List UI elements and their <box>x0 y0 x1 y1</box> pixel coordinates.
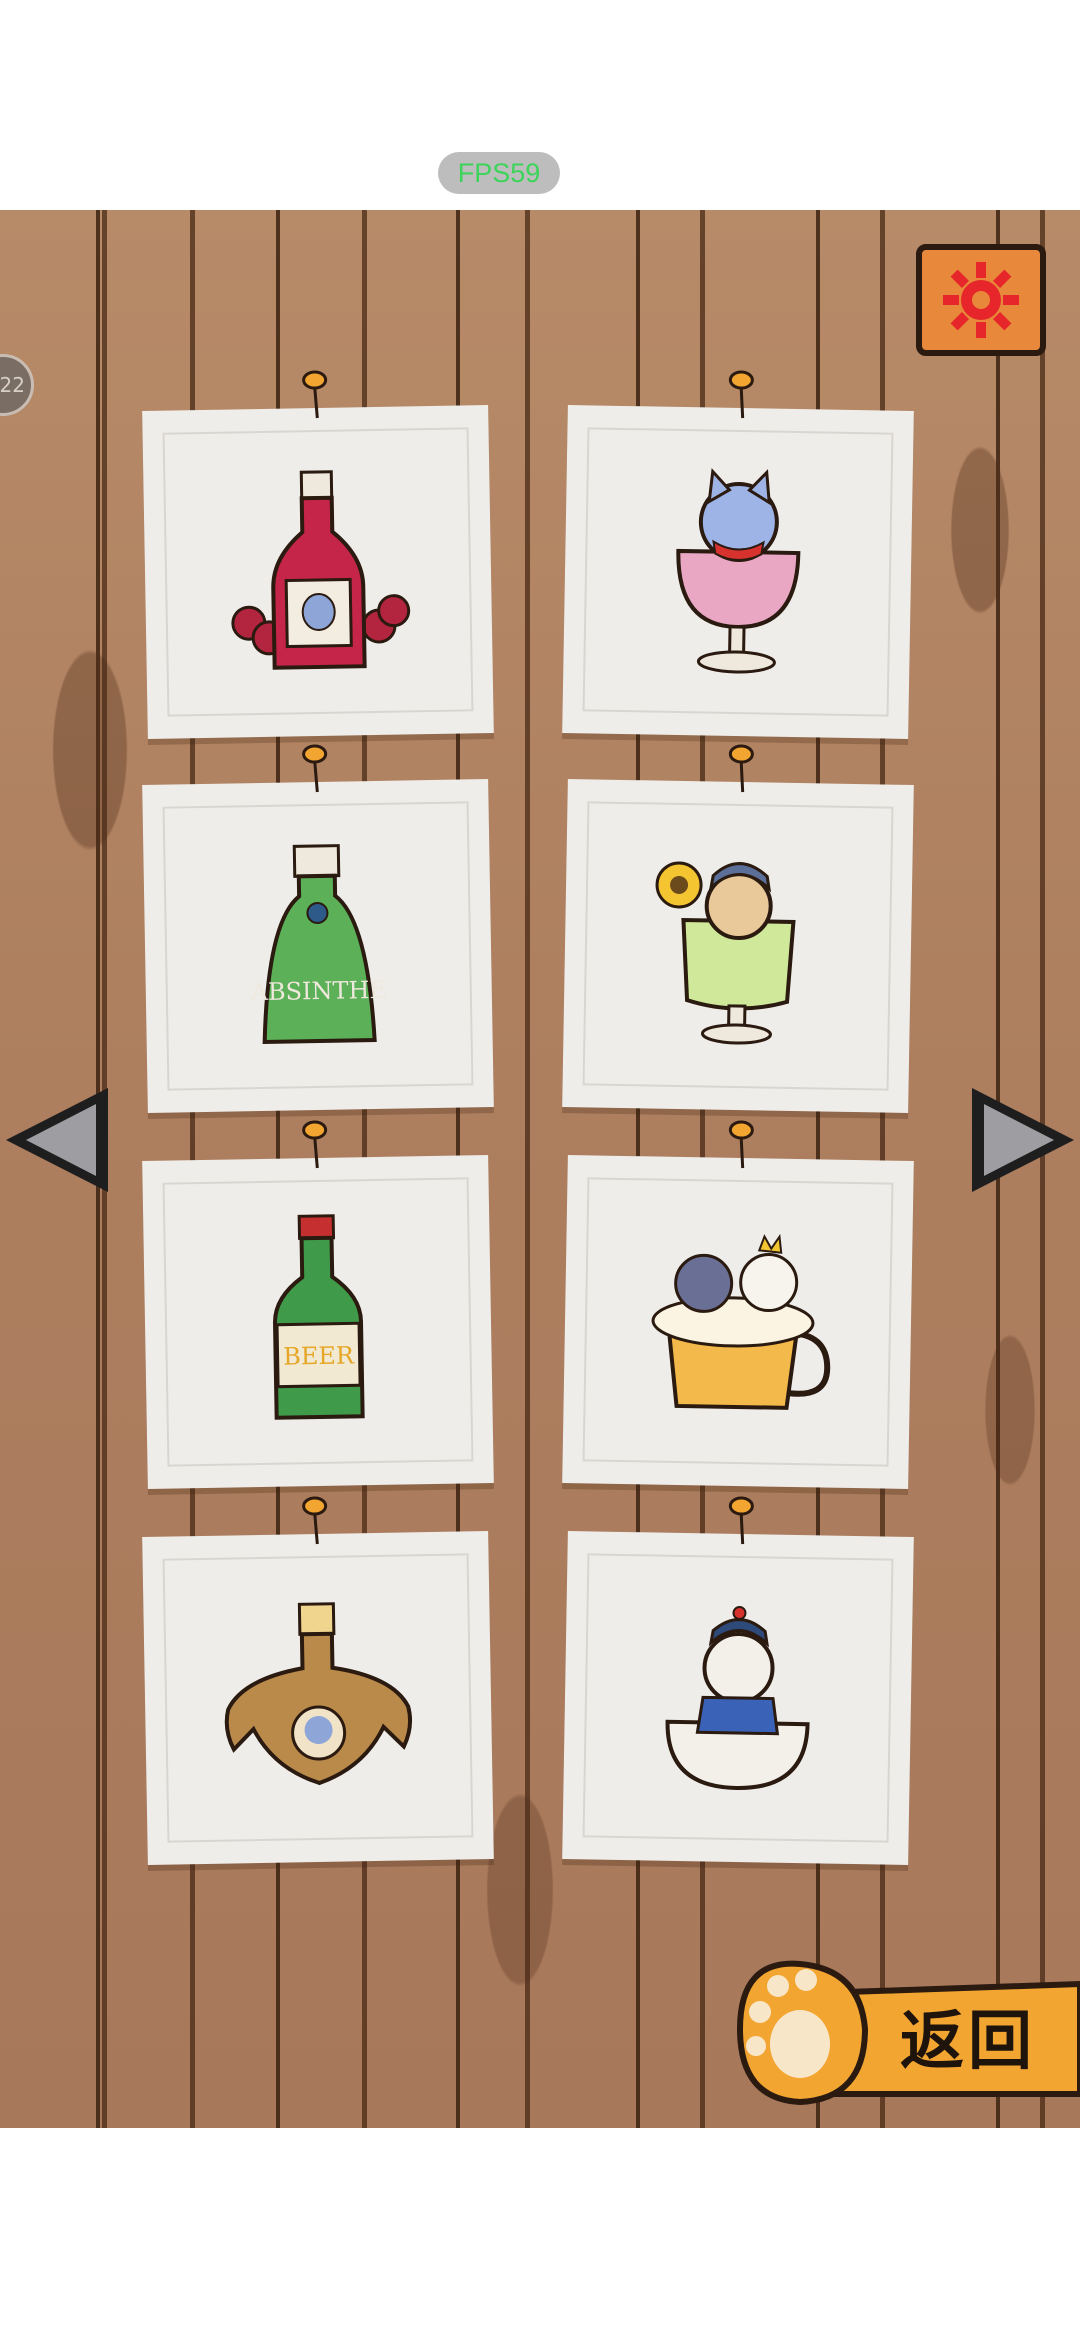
cat-in-absinthe-glass-icon <box>655 861 796 1045</box>
cat-in-wine-glass-icon <box>676 468 801 674</box>
card-beer[interactable]: BEER <box>142 1120 494 1489</box>
gear-icon <box>943 262 1019 338</box>
pushpin-icon <box>302 744 328 793</box>
pushpin-icon <box>302 1496 328 1545</box>
ornate-flask-icon <box>224 1602 413 1786</box>
pushpin-icon <box>728 1120 754 1169</box>
beer-bottle-icon: BEER <box>273 1214 365 1420</box>
pushpin-icon <box>302 1120 328 1169</box>
card-red-wine[interactable] <box>142 370 494 739</box>
fps-counter: FPS59 <box>438 152 560 194</box>
settings-button[interactable] <box>916 244 1046 356</box>
red-wine-bottle-icon <box>231 470 411 670</box>
card-ornate-flask[interactable] <box>142 1496 494 1865</box>
back-button-label: 返回 <box>900 2005 1036 2079</box>
card-beer-mug-cats[interactable] <box>562 1120 914 1489</box>
pushpin-icon <box>728 1496 754 1545</box>
previous-page-arrow-icon[interactable] <box>0 1082 116 1198</box>
card-absinthe[interactable]: ABSINTHE <box>142 744 494 1113</box>
back-button[interactable]: 返回 <box>730 1934 1080 2124</box>
next-page-arrow-icon[interactable] <box>964 1082 1080 1198</box>
beer-label: BEER <box>283 1341 355 1370</box>
cat-in-bowl-icon <box>665 1606 810 1790</box>
card-bowl-cat[interactable] <box>562 1496 914 1865</box>
absinthe-bottle-icon: ABSINTHE <box>249 844 387 1044</box>
pushpin-icon <box>728 744 754 793</box>
cats-in-beer-mug-icon <box>651 1233 831 1410</box>
card-absinthe-glass-cat[interactable] <box>562 744 914 1113</box>
pushpin-icon <box>728 370 754 419</box>
card-wine-glass-cat[interactable] <box>562 370 914 739</box>
pushpin-icon <box>302 370 328 419</box>
absinthe-label: ABSINTHE <box>249 976 387 1006</box>
